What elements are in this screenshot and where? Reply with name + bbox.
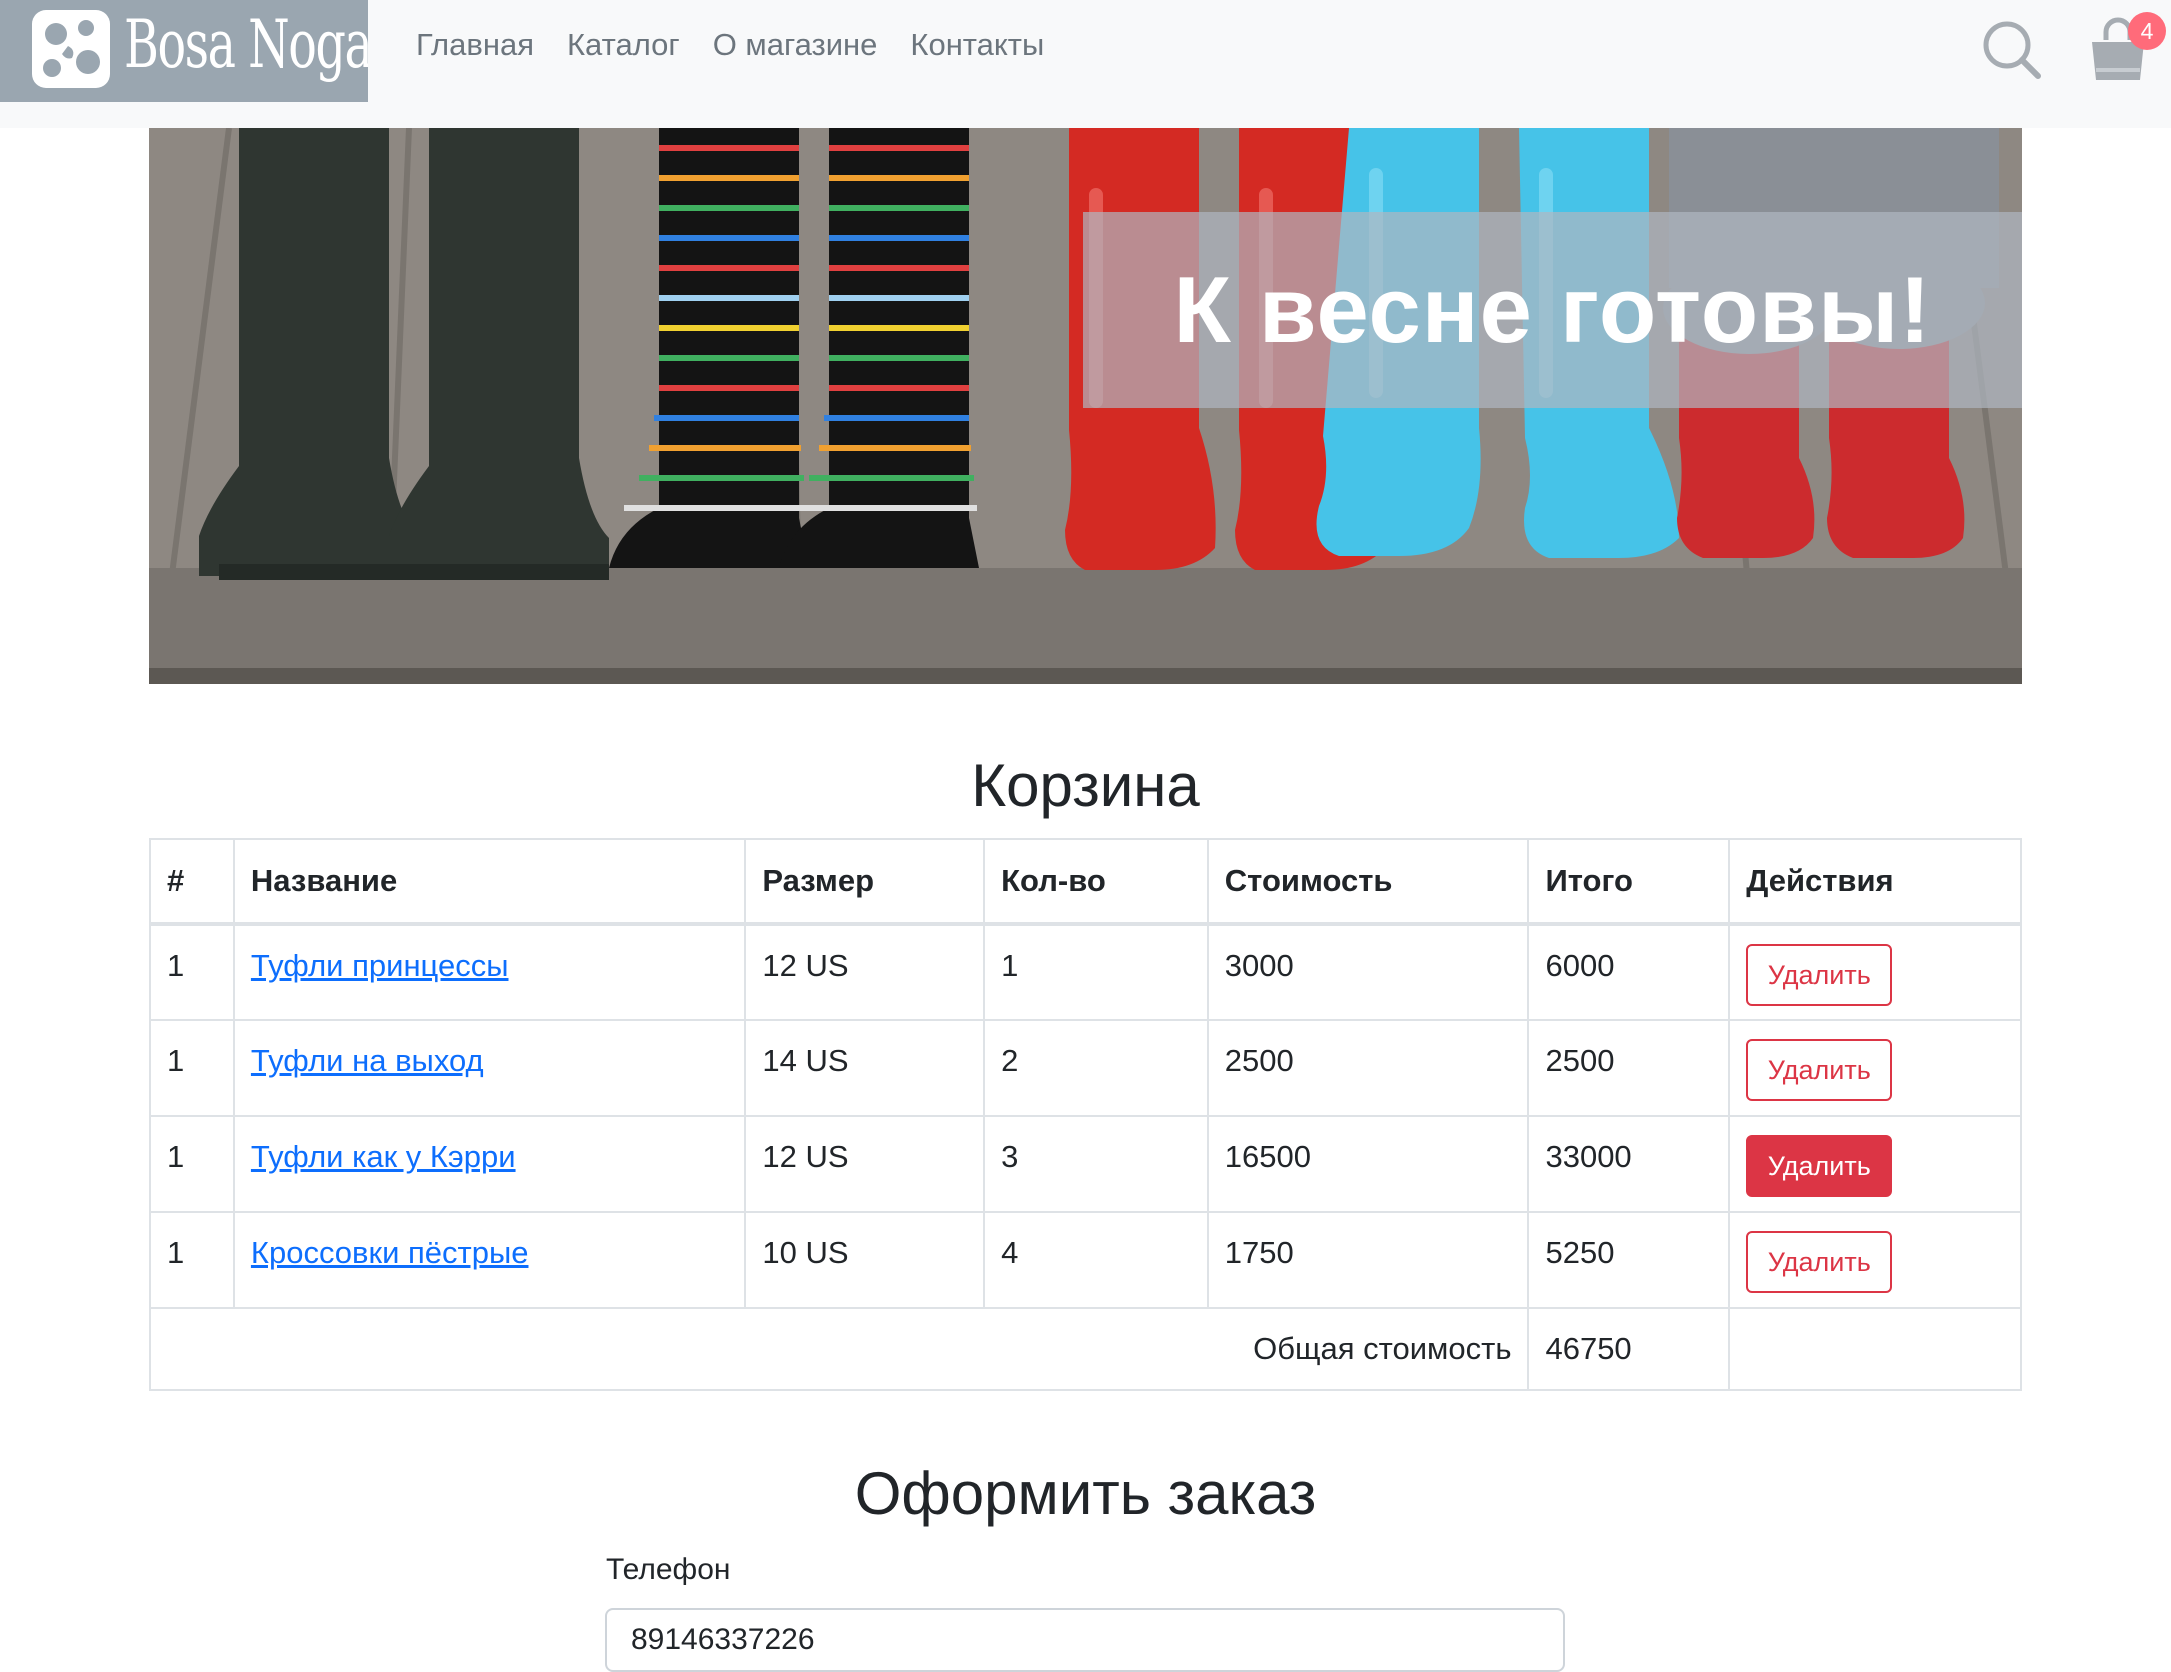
phone-label: Телефон	[606, 1553, 731, 1586]
cell-name: Туфли на выход	[232, 1019, 747, 1117]
table-header-row: # Название Размер Кол-во Стоимость Итого…	[149, 838, 2022, 926]
brand-name: Bosa Noga	[124, 6, 368, 83]
cell-size: 10 US	[744, 1211, 986, 1309]
total-empty-cell	[1728, 1307, 2022, 1391]
column-header-number: #	[149, 838, 235, 926]
cell-actions: Удалить	[1728, 1211, 2022, 1309]
main-nav: Главная Каталог О магазине Контакты	[416, 20, 1044, 70]
cell-total: 33000	[1527, 1115, 1731, 1213]
cell-size: 12 US	[744, 1115, 986, 1213]
column-header-total: Итого	[1527, 838, 1731, 926]
cell-price: 16500	[1206, 1115, 1530, 1213]
cell-number: 1	[149, 1019, 235, 1117]
product-link[interactable]: Туфли принцессы	[251, 948, 509, 983]
search-icon[interactable]	[1980, 18, 2044, 82]
cell-total: 6000	[1527, 923, 1731, 1021]
product-link[interactable]: Туфли как у Кэрри	[251, 1139, 516, 1174]
delete-button[interactable]: Удалить	[1746, 1039, 1893, 1101]
cell-size: 12 US	[744, 923, 986, 1021]
cart-table: # Название Размер Кол-во Стоимость Итого…	[148, 838, 2022, 1391]
cell-number: 1	[149, 1211, 235, 1309]
cell-name: Кроссовки пёстрые	[232, 1211, 747, 1309]
cell-actions: Удалить	[1728, 1115, 2022, 1213]
delete-button[interactable]: Удалить	[1746, 944, 1893, 1006]
cell-quantity: 2	[983, 1019, 1209, 1117]
cart-count-badge: 4	[2128, 12, 2166, 50]
table-row: 1 Туфли на выход 14 US 2 2500 2500 Удали…	[149, 1019, 2022, 1117]
cell-name: Туфли принцессы	[232, 923, 747, 1021]
nav-link-catalog[interactable]: Каталог	[567, 20, 680, 70]
cell-price: 2500	[1206, 1019, 1530, 1117]
cell-number: 1	[149, 1115, 235, 1213]
cell-quantity: 3	[983, 1115, 1209, 1213]
total-row: Общая стоимость 46750	[148, 1307, 2022, 1391]
cell-total: 5250	[1527, 1211, 1731, 1309]
phone-input[interactable]	[605, 1608, 1565, 1672]
brand-logo[interactable]: Bosa Noga	[0, 0, 368, 102]
table-row: 1 Туфли принцессы 12 US 1 3000 6000 Удал…	[149, 923, 2022, 1021]
product-link[interactable]: Туфли на выход	[251, 1043, 484, 1078]
cell-number: 1	[149, 923, 235, 1021]
product-link[interactable]: Кроссовки пёстрые	[251, 1235, 529, 1270]
cell-price: 3000	[1206, 923, 1530, 1021]
nav-link-about[interactable]: О магазине	[713, 20, 878, 70]
column-header-size: Размер	[744, 838, 986, 926]
cart-heading: Корзина	[971, 752, 1200, 819]
banner-caption: К весне готовы!	[1083, 212, 2022, 408]
logo-mark-icon	[32, 10, 110, 88]
cell-size: 14 US	[744, 1019, 986, 1117]
cell-actions: Удалить	[1728, 923, 2022, 1021]
cell-total: 2500	[1527, 1019, 1731, 1117]
order-heading: Оформить заказ	[854, 1460, 1317, 1527]
nav-link-home[interactable]: Главная	[416, 20, 534, 70]
column-header-quantity: Кол-во	[983, 838, 1209, 926]
column-header-name: Название	[232, 838, 747, 926]
cell-quantity: 1	[983, 923, 1209, 1021]
delete-button-hovered[interactable]: Удалить	[1746, 1135, 1893, 1197]
column-header-price: Стоимость	[1206, 838, 1530, 926]
cell-price: 1750	[1206, 1211, 1530, 1309]
delete-button[interactable]: Удалить	[1746, 1231, 1893, 1293]
cell-quantity: 4	[983, 1211, 1209, 1309]
table-row: 1 Кроссовки пёстрые 10 US 4 1750 5250 Уд…	[149, 1211, 2022, 1309]
cell-name: Туфли как у Кэрри	[232, 1115, 747, 1213]
total-value: 46750	[1527, 1307, 1731, 1391]
navbar: Bosa Noga Главная Каталог О магазине Кон…	[0, 0, 2171, 128]
cart-button[interactable]: 4	[2082, 12, 2166, 86]
total-label: Общая стоимость	[148, 1307, 1530, 1391]
hero-banner: К весне готовы!	[149, 128, 2022, 684]
nav-link-contacts[interactable]: Контакты	[910, 20, 1044, 70]
column-header-actions: Действия	[1728, 838, 2022, 926]
cell-actions: Удалить	[1728, 1019, 2022, 1117]
banner-title: К весне готовы!	[1173, 257, 1932, 362]
table-row: 1 Туфли как у Кэрри 12 US 3 16500 33000 …	[149, 1115, 2022, 1213]
